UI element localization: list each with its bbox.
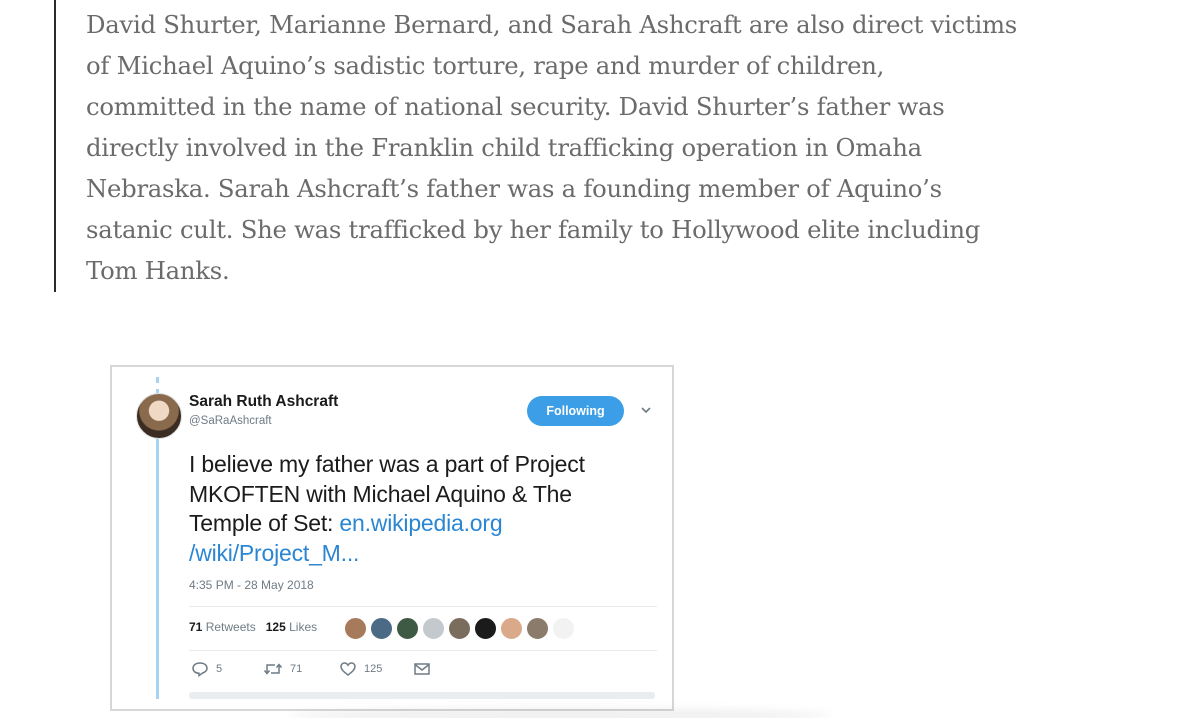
retweets-label[interactable]: Retweets [206,620,256,634]
tweet-screenshot: Sarah Ruth Ashcraft @SaRaAshcraft Follow… [110,365,674,711]
author-name[interactable]: Sarah Ruth Ashcraft [189,393,338,411]
quote-line: directly involved in the Franklin child … [86,133,922,162]
tweet-stats: 71 Retweets 125 Likes [189,620,317,634]
tweet-bottom-bar [189,692,655,699]
liker-avatar[interactable] [396,617,419,640]
tweet-link[interactable]: en.wikipedia.org [339,510,502,536]
author-handle[interactable]: @SaRaAshcraft [189,415,272,427]
blockquote-bar [54,0,56,292]
liker-avatar[interactable] [422,617,445,640]
following-button[interactable]: Following [527,396,624,426]
blockquote-text: David Shurter, Marianne Bernard, and Sar… [86,4,1046,291]
image-shadow [290,708,830,718]
chevron-down-icon[interactable] [640,404,652,416]
quote-line: of Michael Aquino’s sadistic torture, ra… [86,51,885,80]
tweet-link-continued[interactable]: /wiki/Project_M... [189,539,659,569]
heart-icon [340,662,356,676]
reply-icon [192,662,208,677]
tweet-text: I believe my father was a part of Projec… [189,450,659,568]
tweet-text-fragment: Temple of Set: [189,510,340,536]
direct-message-action[interactable] [413,661,431,677]
avatar[interactable] [136,393,182,439]
tweet-text-line: I believe my father was a part of Projec… [189,451,585,477]
quote-line: Nebraska. Sarah Ashcraft’s father was a … [86,174,942,203]
liker-avatar[interactable] [448,617,471,640]
reply-action[interactable]: 5 [191,661,222,677]
like-count: 125 [364,663,383,675]
divider [189,650,657,651]
quote-line: Tom Hanks. [86,256,230,285]
tweet-timestamp[interactable]: 4:35 PM - 28 May 2018 [189,578,314,592]
thread-dot [156,377,159,383]
liker-avatar[interactable] [526,617,549,640]
liker-avatar[interactable] [474,617,497,640]
likes-label[interactable]: Likes [289,620,317,634]
tweet-text-line: Temple of Set: en.wikipedia.org [189,509,659,539]
divider [189,606,657,607]
liker-avatar[interactable] [344,617,367,640]
tweet-text-line: MKOFTEN with Michael Aquino & The [189,480,572,507]
quote-line: committed in the name of national securi… [86,92,945,121]
likes-count[interactable]: 125 [266,620,286,634]
reply-count: 5 [216,663,223,675]
quote-line: David Shurter, Marianne Bernard, and Sar… [86,10,1018,39]
liker-avatar[interactable] [552,617,575,640]
retweets-count[interactable]: 71 [189,620,202,634]
liker-avatar[interactable] [370,617,393,640]
like-action[interactable]: 125 [339,661,382,677]
retweet-action[interactable]: 71 [263,661,302,677]
retweet-count: 71 [290,663,303,675]
quote-line: satanic cult. She was trafficked by her … [86,215,981,244]
liker-avatar[interactable] [500,617,523,640]
retweet-icon [263,663,283,675]
envelope-icon [414,663,430,675]
